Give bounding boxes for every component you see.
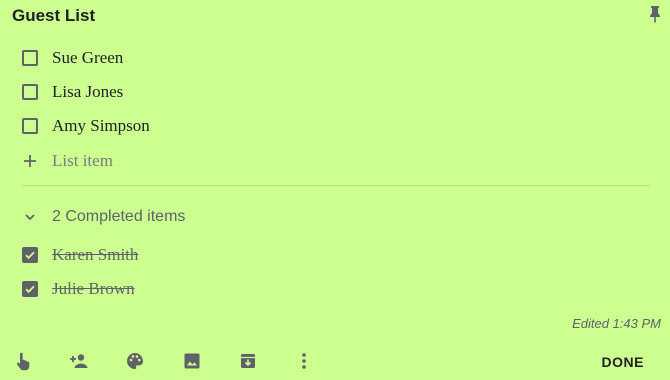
checkbox-unchecked[interactable]: [22, 50, 38, 66]
add-item-placeholder[interactable]: List item: [52, 151, 113, 171]
list-item[interactable]: Sue Green: [22, 44, 123, 72]
chevron-down-icon[interactable]: [22, 209, 38, 225]
checkbox-unchecked[interactable]: [22, 84, 38, 100]
completed-list-item[interactable]: Julie Brown: [22, 275, 135, 303]
list-item-label[interactable]: Amy Simpson: [52, 116, 150, 136]
note-title[interactable]: Guest List: [12, 6, 95, 26]
note-toolbar: DONE: [0, 346, 670, 376]
more-vert-icon[interactable]: [294, 351, 314, 371]
checkbox-unchecked[interactable]: [22, 118, 38, 134]
palette-icon[interactable]: [125, 351, 145, 371]
completed-list-item[interactable]: Karen Smith: [22, 241, 138, 269]
image-icon[interactable]: [182, 351, 202, 371]
pin-icon[interactable]: [648, 5, 662, 23]
archive-icon[interactable]: [238, 351, 258, 371]
note-card: Guest List Sue Green Lisa Jones Amy Simp…: [0, 0, 670, 380]
divider: [22, 185, 650, 186]
check-icon: [25, 285, 35, 294]
completed-items-toggle[interactable]: 2 Completed items: [22, 204, 185, 230]
completed-item-label[interactable]: Julie Brown: [52, 279, 135, 299]
hand-touch-icon[interactable]: [13, 351, 33, 371]
check-icon: [25, 251, 35, 260]
plus-icon: [24, 155, 36, 167]
list-item[interactable]: Amy Simpson: [22, 112, 150, 140]
completed-items-label: 2 Completed items: [52, 208, 186, 225]
edited-timestamp: Edited 1:43 PM: [572, 316, 661, 331]
list-item-label[interactable]: Sue Green: [52, 48, 123, 68]
checkbox-checked[interactable]: [22, 247, 38, 263]
add-collaborator-icon[interactable]: [69, 351, 89, 371]
list-item[interactable]: Lisa Jones: [22, 78, 123, 106]
completed-item-label[interactable]: Karen Smith: [52, 245, 138, 265]
checkbox-checked[interactable]: [22, 281, 38, 297]
add-list-item[interactable]: List item: [22, 147, 113, 175]
list-item-label[interactable]: Lisa Jones: [52, 82, 123, 102]
done-button[interactable]: DONE: [602, 354, 644, 370]
